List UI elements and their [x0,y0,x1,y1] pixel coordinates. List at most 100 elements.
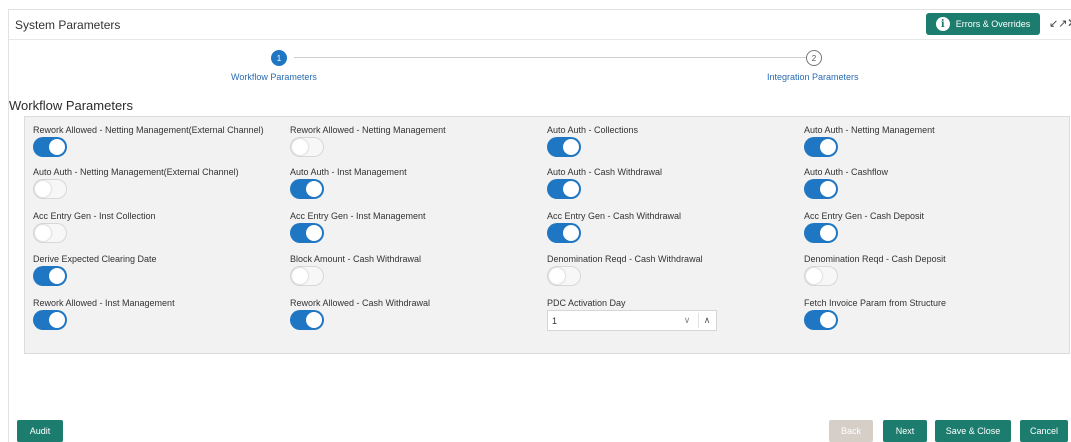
field: Denomination Reqd - Cash Withdrawal [547,254,703,286]
toggle-switch[interactable] [804,137,838,157]
field-label: Acc Entry Gen - Inst Collection [33,211,156,221]
toggle-switch[interactable] [547,266,581,286]
toggle-switch[interactable] [547,223,581,243]
toggle-switch[interactable] [290,179,324,199]
field: Auto Auth - Inst Management [290,167,407,199]
toggle-switch[interactable] [804,179,838,199]
field-label: PDC Activation Day [547,298,626,308]
step-2-indicator[interactable]: 2 [806,50,822,66]
field: Rework Allowed - Inst Management [33,298,175,330]
toggle-switch[interactable] [804,223,838,243]
workflow-parameters-panel: Rework Allowed - Netting Management(Exte… [24,116,1070,354]
info-icon: i [935,17,950,31]
field-label: Derive Expected Clearing Date [33,254,157,264]
field-label: Denomination Reqd - Cash Withdrawal [547,254,703,264]
toggle-knob [306,225,322,241]
chevron-up-icon[interactable]: ∧ [698,313,715,328]
toggle-knob [306,312,322,328]
field: Block Amount - Cash Withdrawal [290,254,422,286]
field-label: Auto Auth - Collections [547,125,639,135]
field-label: Auto Auth - Inst Management [290,167,407,177]
field: Acc Entry Gen - Cash Deposit [804,211,925,243]
field-label: Auto Auth - Netting Management(External … [33,167,239,177]
back-button[interactable]: Back [829,420,873,442]
toggle-knob [563,139,579,155]
toggle-switch[interactable] [33,179,67,199]
field: Auto Auth - Collections [547,125,639,157]
number-value: 1 [552,316,558,326]
next-button[interactable]: Next [883,420,927,442]
toggle-knob [820,312,836,328]
section-title: Workflow Parameters [9,98,134,113]
toggle-knob [49,312,65,328]
title-bar: System Parameters i Errors & Overrides ↙… [9,10,1071,40]
toggle-knob [563,181,579,197]
toggle-knob [292,268,308,284]
field-label: Acc Entry Gen - Cash Withdrawal [547,211,682,221]
errors-overrides-button[interactable]: i Errors & Overrides [926,13,1040,35]
audit-button[interactable]: Audit [17,420,63,442]
toggle-knob [292,139,308,155]
toggle-knob [806,268,822,284]
field-label: Rework Allowed - Inst Management [33,298,175,308]
step-1-indicator[interactable]: 1 [271,50,287,66]
system-parameters-window: System Parameters i Errors & Overrides ↙… [8,9,1071,442]
toggle-knob [820,181,836,197]
toggle-knob [35,181,51,197]
toggle-knob [49,139,65,155]
chevron-down-icon[interactable]: ∨ [679,313,695,328]
step-2-label[interactable]: Integration Parameters [767,72,859,82]
field: Derive Expected Clearing Date [33,254,157,286]
field-label: Auto Auth - Cash Withdrawal [547,167,663,177]
toggle-switch[interactable] [33,223,67,243]
field: Acc Entry Gen - Inst Management [290,211,426,243]
toggle-switch[interactable] [804,310,838,330]
field-label: Denomination Reqd - Cash Deposit [804,254,946,264]
toggle-switch[interactable] [290,266,324,286]
window-title: System Parameters [15,18,121,32]
field: Auto Auth - Cash Withdrawal [547,167,663,199]
field-label: Rework Allowed - Cash Withdrawal [290,298,431,308]
toggle-switch[interactable] [33,266,67,286]
toggle-knob [49,268,65,284]
cancel-button[interactable]: Cancel [1020,420,1068,442]
toggle-switch[interactable] [547,137,581,157]
field: Rework Allowed - Cash Withdrawal [290,298,431,330]
toggle-knob [35,225,51,241]
errors-overrides-label: Errors & Overrides [955,19,1031,29]
close-icon[interactable]: ✕ [1067,16,1071,30]
field: Rework Allowed - Netting Management [290,125,446,157]
field-label: Rework Allowed - Netting Management(Exte… [33,125,264,135]
toggle-knob [820,225,836,241]
field-label: Acc Entry Gen - Inst Management [290,211,426,221]
toggle-knob [549,268,565,284]
field: Rework Allowed - Netting Management(Exte… [33,125,264,157]
field-label: Auto Auth - Netting Management [804,125,935,135]
collapse-icon[interactable]: ↙↗ [1049,17,1067,30]
step-1-label[interactable]: Workflow Parameters [231,72,317,82]
field: Auto Auth - Netting Management(External … [33,167,239,199]
stepper-line [294,57,814,58]
field: Fetch Invoice Param from Structure [804,298,947,330]
toggle-switch[interactable] [33,137,67,157]
toggle-switch[interactable] [290,310,324,330]
field-label: Block Amount - Cash Withdrawal [290,254,422,264]
toggle-switch[interactable] [33,310,67,330]
toggle-switch[interactable] [290,223,324,243]
field: Acc Entry Gen - Inst Collection [33,211,156,243]
field-label: Fetch Invoice Param from Structure [804,298,947,308]
save-close-button[interactable]: Save & Close [935,420,1011,442]
toggle-switch[interactable] [804,266,838,286]
field: Auto Auth - Cashflow [804,167,889,199]
wizard-stepper: 1 2 Workflow Parameters Integration Para… [9,40,1071,92]
field-label: Acc Entry Gen - Cash Deposit [804,211,925,221]
field: Auto Auth - Netting Management [804,125,935,157]
toggle-switch[interactable] [547,179,581,199]
field-label: Auto Auth - Cashflow [804,167,889,177]
toggle-switch[interactable] [290,137,324,157]
toggle-knob [306,181,322,197]
field: Acc Entry Gen - Cash Withdrawal [547,211,682,243]
toggle-knob [563,225,579,241]
pdc-activation-day-input[interactable]: 1 ∨ ∧ [547,310,717,331]
toggle-knob [820,139,836,155]
